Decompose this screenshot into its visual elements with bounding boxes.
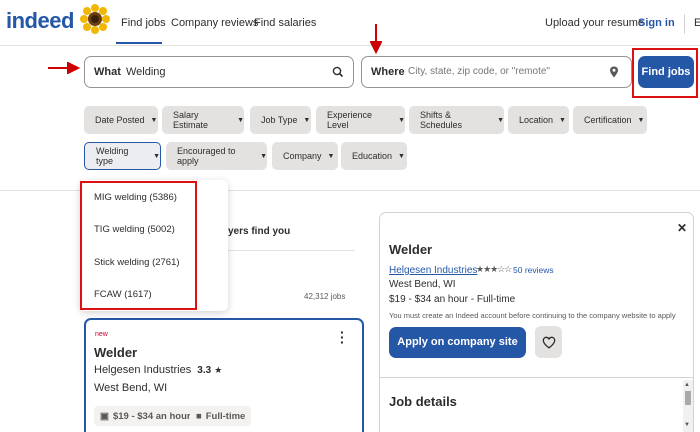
location-pin-icon: [610, 66, 618, 78]
employers-divider: [228, 250, 355, 251]
filter-label: Experience Level: [327, 110, 373, 130]
scrollbar-thumb[interactable]: [685, 391, 691, 405]
where-label: Where: [371, 66, 405, 78]
filter-label: Salary Estimate: [173, 110, 209, 130]
apply-on-company-site-button[interactable]: Apply on company site: [389, 327, 526, 358]
caret-down-icon: ▼: [497, 116, 504, 124]
company-name: Helgesen Industries 3.3 ★: [94, 364, 222, 376]
what-field[interactable]: What Welding: [84, 56, 354, 88]
nav-active-indicator: [116, 42, 162, 44]
filter-label: Date Posted: [95, 115, 145, 125]
where-input[interactable]: City, state, zip code, or "remote": [408, 66, 550, 77]
find-jobs-highlight-box: [632, 48, 698, 98]
nav-find-salaries[interactable]: Find salaries: [254, 17, 316, 29]
rating-stars-icon: ★★★☆☆: [476, 264, 512, 274]
filter-encouraged-to-apply[interactable]: Encouraged to apply ▼: [166, 142, 267, 170]
filter-label: Education: [352, 151, 393, 161]
salary-tag: ▣ $19 - $34 an hour: [94, 406, 197, 426]
caret-down-icon: ▼: [637, 116, 645, 124]
employers-heading: yers find you: [228, 226, 291, 237]
filter-location[interactable]: Location ▼: [508, 106, 569, 134]
filter-shifts-schedules[interactable]: Shifts & Schedules ▼: [409, 106, 504, 134]
job-location: West Bend, WI: [94, 382, 168, 394]
company-name-text: Helgesen Industries: [94, 364, 192, 376]
arrow-down-icon: [370, 24, 382, 54]
scroll-up-icon[interactable]: ▲: [684, 382, 690, 388]
filter-welding-type[interactable]: Welding type ▼: [84, 142, 161, 170]
filter-job-type[interactable]: Job Type ▼: [250, 106, 311, 134]
arrow-right-icon: [48, 62, 80, 74]
job-type-tag: ■ Full-time: [190, 406, 252, 426]
caret-down-icon: ▼: [237, 116, 244, 124]
star-icon: ★: [214, 365, 223, 375]
filter-salary-estimate[interactable]: Salary Estimate ▼: [162, 106, 244, 134]
search-icon: [332, 66, 344, 78]
panel-salary: $19 - $34 an hour - Full-time: [389, 294, 516, 305]
panel-company-link[interactable]: Helgesen Industries: [389, 265, 477, 276]
what-input[interactable]: Welding: [126, 66, 166, 78]
job-title[interactable]: Welder: [94, 345, 137, 360]
upload-resume-link[interactable]: Upload your resume: [545, 17, 644, 29]
caret-down-icon: ▼: [327, 152, 335, 160]
filter-company[interactable]: Company ▼: [272, 142, 338, 170]
caret-down-icon: ▼: [398, 152, 405, 160]
header-bottom-border: [0, 45, 700, 46]
panel-location: West Bend, WI: [389, 279, 456, 290]
filter-label: Location: [519, 115, 554, 125]
reviews-link[interactable]: 50 reviews: [513, 265, 554, 275]
filter-label: Job Type: [261, 115, 298, 125]
more-options-icon[interactable]: · · ·: [340, 325, 345, 349]
caret-down-icon: ▼: [150, 116, 158, 124]
job-details-heading: Job details: [389, 394, 457, 409]
caret-down-icon: ▼: [559, 116, 566, 124]
salary-tag-text: $19 - $34 an hour: [112, 410, 191, 422]
filter-experience-level[interactable]: Experience Level ▼: [316, 106, 405, 134]
filter-label: Welding type: [96, 146, 129, 166]
sign-in-link[interactable]: Sign in: [638, 17, 675, 29]
briefcase-icon: ■: [196, 410, 202, 422]
nav-company-reviews[interactable]: Company reviews: [171, 17, 258, 29]
what-label: What: [94, 66, 121, 78]
header-divider: [684, 14, 685, 34]
panel-divider: [380, 377, 693, 378]
panel-apply-note: You must create an Indeed account before…: [389, 311, 676, 320]
filter-label: Certification: [584, 115, 632, 125]
indeed-logo[interactable]: indeed: [6, 8, 74, 34]
sunflower-icon: [80, 4, 110, 34]
save-job-button[interactable]: [535, 326, 562, 358]
caret-down-icon: ▼: [260, 152, 267, 160]
company-rating: 3.3: [197, 365, 212, 376]
panel-job-title: Welder: [389, 242, 433, 257]
dropdown-highlight-box: [80, 181, 197, 310]
filter-date-posted[interactable]: Date Posted ▼: [84, 106, 158, 134]
employers-link[interactable]: E: [694, 17, 700, 29]
where-field[interactable]: Where City, state, zip code, or "remote": [361, 56, 632, 88]
job-count: 42,312 jobs: [304, 292, 346, 301]
scroll-down-icon[interactable]: ▼: [684, 422, 690, 428]
filter-label: Shifts & Schedules: [420, 110, 463, 130]
caret-down-icon: ▼: [303, 116, 311, 124]
nav-find-jobs[interactable]: Find jobs: [121, 17, 166, 29]
close-icon[interactable]: ✕: [677, 221, 687, 235]
heart-icon: [542, 336, 555, 349]
caret-down-icon: ▼: [153, 152, 160, 160]
filter-education[interactable]: Education ▼: [341, 142, 407, 170]
filter-label: Company: [283, 151, 322, 161]
filter-label: Encouraged to apply: [177, 146, 236, 166]
filter-certification[interactable]: Certification ▼: [573, 106, 647, 134]
caret-down-icon: ▼: [398, 116, 405, 124]
job-type-tag-text: Full-time: [205, 410, 246, 422]
money-icon: ▣: [100, 410, 109, 422]
new-badge: new: [95, 331, 108, 338]
